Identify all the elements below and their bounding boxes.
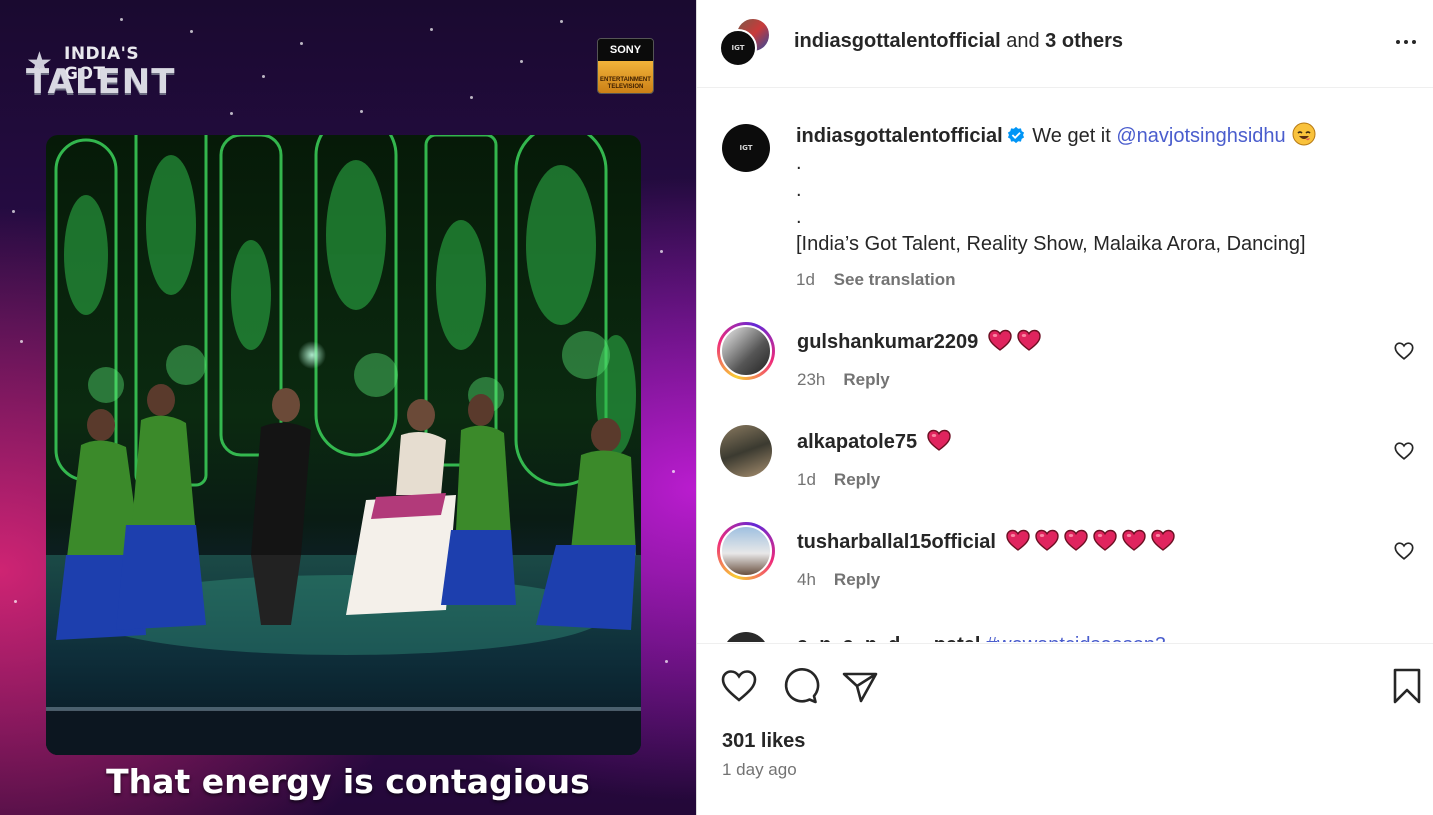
comment-meta: 23h Reply — [797, 370, 890, 390]
owner-username[interactable]: indiasgottalentofficial — [794, 30, 1001, 52]
comment-like-heart-icon[interactable] — [1393, 540, 1415, 562]
more-options-button[interactable] — [1391, 28, 1421, 56]
post-media[interactable]: ★ INDIA'S GOT TALENT SONY ENTERTAINMENT … — [0, 0, 696, 815]
red-heart-emoji-icon — [1121, 529, 1146, 551]
red-heart-emoji-icon — [1017, 329, 1041, 351]
red-heart-emoji-icon — [988, 329, 1012, 351]
caption-username[interactable]: indiasgottalentofficial — [796, 125, 1003, 147]
comment-time[interactable]: 4h — [797, 570, 816, 589]
comment-meta: 4h Reply — [797, 570, 880, 590]
comment-hearts — [923, 429, 952, 453]
igt-avatar-mark: IGT — [731, 43, 745, 52]
comments-scroll-area[interactable]: IGT indiasgottalentofficial We get it @n… — [697, 89, 1433, 642]
reply-button[interactable]: Reply — [834, 570, 880, 589]
likes-count[interactable]: 301 likes — [722, 730, 805, 753]
comment-hashtag-link[interactable]: #wewantcidseason3 — [986, 634, 1166, 642]
collab-connector: and — [1000, 30, 1046, 52]
comment-body: gulshankumar2209 — [797, 328, 1042, 354]
red-heart-emoji-icon — [1005, 529, 1030, 551]
comment-like-heart-icon[interactable] — [1393, 340, 1415, 362]
commenter-avatar[interactable] — [717, 522, 775, 580]
caption-dot-line: . — [796, 152, 802, 174]
caption-body: We get it — [1032, 125, 1111, 147]
comment-username[interactable]: gulshankumar2209 — [797, 331, 978, 353]
comment-meta: 1d Reply — [797, 470, 880, 490]
post-header: IGT indiasgottalentofficial and 3 others — [697, 0, 1433, 88]
sony-tv-logo: SONY ENTERTAINMENT TELEVISION — [597, 38, 654, 94]
caption-dot-line: . — [796, 206, 802, 228]
more-dot-icon — [1396, 40, 1400, 44]
red-heart-emoji-icon — [1063, 529, 1088, 551]
commenter-avatar[interactable] — [717, 322, 775, 380]
commenter-avatar[interactable] — [717, 422, 775, 480]
stage-illustration — [46, 135, 641, 755]
red-heart-emoji-icon — [1150, 529, 1175, 551]
caption-time[interactable]: 1d — [796, 270, 815, 289]
comment-hearts — [1002, 529, 1176, 553]
comment-body: alkapatole75 — [797, 428, 952, 454]
caption-mention-link[interactable]: @navjotsinghsidhu — [1116, 125, 1285, 147]
caption-text: indiasgottalentofficial We get it @navjo… — [796, 122, 1416, 293]
owner-avatar[interactable]: IGT — [719, 29, 757, 67]
comment-item: alkapatole75 1d Reply — [717, 422, 1417, 502]
comment-item-partial: a_n_a_n_d___patel #wewantcidseason3 — [717, 624, 1417, 642]
more-dot-icon — [1412, 40, 1416, 44]
reply-button[interactable]: Reply — [843, 370, 889, 389]
comment-like-heart-icon[interactable] — [1393, 440, 1415, 462]
comment-body: tusharballal15official — [797, 528, 1176, 554]
red-heart-emoji-icon — [1034, 529, 1059, 551]
video-caption-overlay: That energy is contagious — [106, 762, 590, 801]
comment-item: gulshankumar2209 23h Reply — [717, 322, 1417, 402]
comment-hearts — [984, 329, 1042, 353]
igt-avatar-mark: IGT — [739, 143, 753, 152]
comment-item: tusharballal15official 4h Reply — [717, 522, 1417, 602]
red-heart-emoji-icon — [926, 429, 951, 451]
comment-time[interactable]: 1d — [797, 470, 816, 489]
red-heart-emoji-icon — [1092, 529, 1117, 551]
save-bookmark-icon[interactable] — [1387, 666, 1427, 706]
see-translation-button[interactable]: See translation — [834, 270, 956, 289]
caption-tags: [India’s Got Talent, Reality Show, Malai… — [796, 233, 1306, 255]
more-dot-icon — [1404, 40, 1408, 44]
commenter-avatar[interactable] — [723, 632, 769, 642]
comment-bubble-icon[interactable] — [780, 666, 820, 706]
post-sidebar: IGT indiasgottalentofficial and 3 others… — [696, 0, 1433, 815]
logo-text-bottom: TALENT — [26, 62, 176, 102]
others-link[interactable]: 3 others — [1045, 30, 1123, 52]
comment-username[interactable]: a_n_a_n_d___patel — [797, 634, 980, 642]
sony-logo-text: SONY — [598, 39, 653, 61]
indias-got-talent-logo: ★ INDIA'S GOT TALENT — [26, 44, 176, 104]
comment-username[interactable]: alkapatole75 — [797, 431, 917, 453]
caption-avatar[interactable]: IGT — [722, 124, 770, 172]
sony-logo-subtext: ENTERTAINMENT TELEVISION — [598, 61, 653, 93]
post-owner: indiasgottalentofficial and 3 others — [794, 30, 1123, 53]
reply-button[interactable]: Reply — [834, 470, 880, 489]
like-heart-icon[interactable] — [719, 666, 759, 706]
post-actions: 301 likes 1 day ago — [697, 643, 1433, 815]
post-date[interactable]: 1 day ago — [722, 760, 797, 780]
grinning-face-emoji-icon — [1292, 122, 1316, 146]
comment-username[interactable]: tusharballal15official — [797, 531, 996, 553]
verified-badge-icon — [1007, 126, 1024, 144]
comment-time[interactable]: 23h — [797, 370, 825, 389]
caption-dot-line: . — [796, 179, 802, 201]
caption-meta: 1d See translation — [796, 266, 1416, 293]
video-frame — [46, 135, 641, 755]
share-send-icon[interactable] — [840, 666, 880, 706]
collab-avatar-stack[interactable]: IGT — [719, 17, 773, 69]
